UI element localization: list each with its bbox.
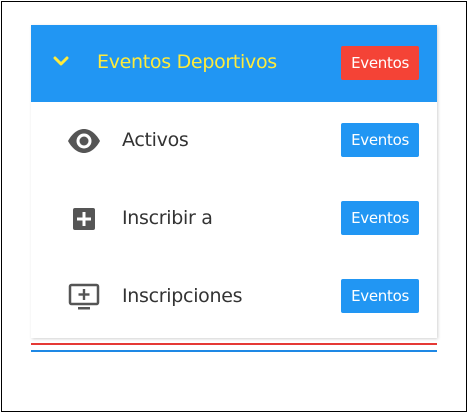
divider-blue <box>31 350 437 352</box>
menu-item-inscripciones[interactable]: Inscripciones Eventos <box>31 258 437 336</box>
bottom-divider <box>31 343 437 353</box>
menu-item-activos[interactable]: Activos Eventos <box>31 102 437 180</box>
divider-red <box>31 343 437 345</box>
item-badge: Eventos <box>341 123 419 157</box>
eye-icon <box>68 129 100 153</box>
monitor-plus-icon <box>68 283 100 310</box>
menu-item-label: Inscribir a <box>122 207 213 229</box>
menu-header-eventos-deportivos[interactable]: Eventos Deportivos Eventos <box>31 25 437 102</box>
chevron-down-icon <box>53 56 69 66</box>
item-badge: Eventos <box>341 201 419 235</box>
header-badge: Eventos <box>341 46 419 80</box>
menu-item-label: Inscripciones <box>122 285 243 307</box>
item-badge: Eventos <box>341 279 419 313</box>
plus-square-icon <box>73 208 95 230</box>
menu-header-title: Eventos Deportivos <box>97 51 277 73</box>
menu-item-inscribir[interactable]: Inscribir a Eventos <box>31 180 437 258</box>
menu-item-label: Activos <box>122 129 189 151</box>
events-menu: Eventos Deportivos Eventos Activos Event… <box>31 25 437 338</box>
